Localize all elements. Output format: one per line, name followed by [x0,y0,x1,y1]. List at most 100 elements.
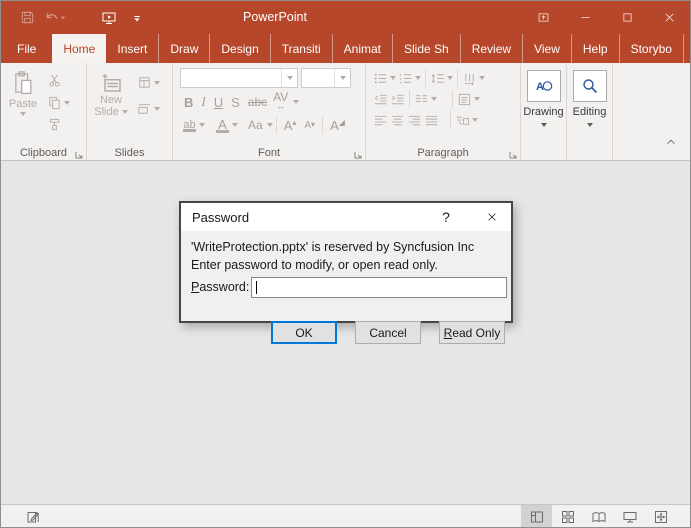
bullets-button[interactable] [372,70,397,87]
change-case-button[interactable]: Aa [244,118,267,132]
align-center-button[interactable] [389,112,406,129]
tab-design[interactable]: Design [210,34,270,63]
password-dialog-titlebar: Password ? [181,203,511,231]
tab-storyboarding[interactable]: Storybo [620,34,684,63]
decrease-indent-button[interactable] [372,91,389,108]
decrease-font-size-button[interactable]: A▾ [300,120,319,131]
editing-group: Editing [567,63,613,160]
increase-indent-icon [390,92,405,107]
increase-font-size-button[interactable]: A▴ [280,118,301,133]
maximize-icon[interactable] [606,1,648,34]
bullets-icon [373,71,388,86]
line-spacing-icon [430,71,445,86]
font-name-dropdown-icon[interactable] [281,69,297,87]
dialog-close-icon[interactable] [477,203,507,231]
new-slide-button[interactable]: New Slide [87,66,135,118]
minimize-icon[interactable] [564,1,606,34]
align-left-button[interactable] [372,112,389,129]
close-icon[interactable] [648,1,690,34]
tab-review[interactable]: Review [461,34,523,63]
format-painter-button[interactable] [45,116,72,133]
title-bar: PowerPoint [1,1,690,34]
powerpoint-window: PowerPoint File Home Insert Draw Design … [0,0,691,528]
paste-button[interactable]: Paste [1,66,45,133]
password-input-wrap [251,277,507,298]
line-spacing-button[interactable] [429,70,454,87]
font-size-dropdown-icon[interactable] [334,69,350,87]
tab-animations[interactable]: Animat [333,34,393,63]
justify-icon [424,113,439,128]
cancel-button[interactable]: Cancel [355,321,421,344]
text-highlight-button[interactable]: ab [180,119,199,132]
tab-slide-show[interactable]: Slide Sh [393,34,461,63]
copy-icon [47,95,62,110]
normal-view-icon[interactable] [521,505,552,528]
dialog-title: Password [181,210,249,225]
cut-icon [47,73,62,88]
collapse-ribbon-icon[interactable] [664,135,678,154]
increase-indent-button[interactable] [389,91,406,108]
numbering-button[interactable] [397,70,422,87]
text-caret [256,281,257,294]
align-text-button[interactable] [456,91,481,108]
underline-button[interactable]: U [210,95,227,110]
section-button[interactable] [135,100,162,117]
paragraph-dialog-launcher-icon[interactable] [508,147,518,157]
bold-button[interactable]: B [180,95,197,110]
password-dialog: Password ? 'WriteProtection.pptx' is res… [179,201,513,323]
copy-button[interactable] [45,94,72,111]
password-input[interactable] [251,277,507,298]
slide-sorter-icon[interactable] [552,505,583,528]
font-name-combo[interactable] [180,68,298,88]
tab-view[interactable]: View [523,34,572,63]
strikethrough-button[interactable]: abc [244,95,271,109]
italic-button[interactable]: I [197,94,209,110]
tab-draw[interactable]: Draw [159,34,210,63]
ribbon-display-options-icon[interactable] [522,1,564,34]
tab-transitions[interactable]: Transiti [271,34,333,63]
font-dialog-launcher-icon[interactable] [353,147,363,157]
read-only-button[interactable]: Read Only [439,321,505,344]
clipboard-dialog-launcher-icon[interactable] [74,147,84,157]
cut-button[interactable] [45,72,72,89]
dialog-message-line2: Enter password to modify, or open read o… [191,258,438,272]
tab-help[interactable]: Help [572,34,620,63]
text-shadow-button[interactable]: S [227,95,244,110]
fit-slide-to-window-icon[interactable] [645,505,676,528]
reading-view-icon[interactable] [583,505,614,528]
new-slide-label-1: New [100,94,122,106]
align-center-icon [390,113,405,128]
font-size-combo[interactable] [301,68,351,88]
new-slide-label-2: Slide [94,106,118,118]
editing-button[interactable]: Editing [567,70,612,127]
drawing-group: Drawing [521,63,567,160]
paste-label: Paste [9,98,37,110]
editing-label: Editing [567,106,612,118]
align-right-button[interactable] [406,112,423,129]
dialog-message-line1: 'WriteProtection.pptx' is reserved by Sy… [191,240,474,254]
tab-insert[interactable]: Insert [106,34,159,63]
tab-file[interactable]: File [1,34,52,63]
slide-layout-button[interactable] [135,74,162,91]
new-slide-icon [99,70,123,94]
justify-button[interactable] [423,112,440,129]
drawing-icon [534,76,554,96]
columns-button[interactable] [413,91,438,108]
editing-icon [580,76,600,96]
slide-show-icon[interactable] [614,505,645,528]
tab-home[interactable]: Home [52,34,106,63]
font-color-button[interactable]: A [213,117,232,133]
help-button[interactable]: ? [433,203,459,231]
convert-to-smartart-button[interactable] [454,112,479,129]
spell-check-icon[interactable] [25,509,41,525]
clear-formatting-button[interactable]: A◢ [326,118,349,133]
text-direction-icon [462,71,477,86]
ok-button[interactable]: OK [271,321,337,344]
ribbon-tab-row: File Home Insert Draw Design Transiti An… [1,34,690,63]
paragraph-group: Paragraph [366,63,521,160]
tell-me-box[interactable]: Tell me [684,34,691,63]
text-direction-button[interactable] [461,70,486,87]
drawing-button[interactable]: Drawing [521,70,566,127]
character-spacing-button[interactable]: AV ↔ [271,93,290,111]
ribbon: Paste Clipboard New Slide [1,63,690,161]
